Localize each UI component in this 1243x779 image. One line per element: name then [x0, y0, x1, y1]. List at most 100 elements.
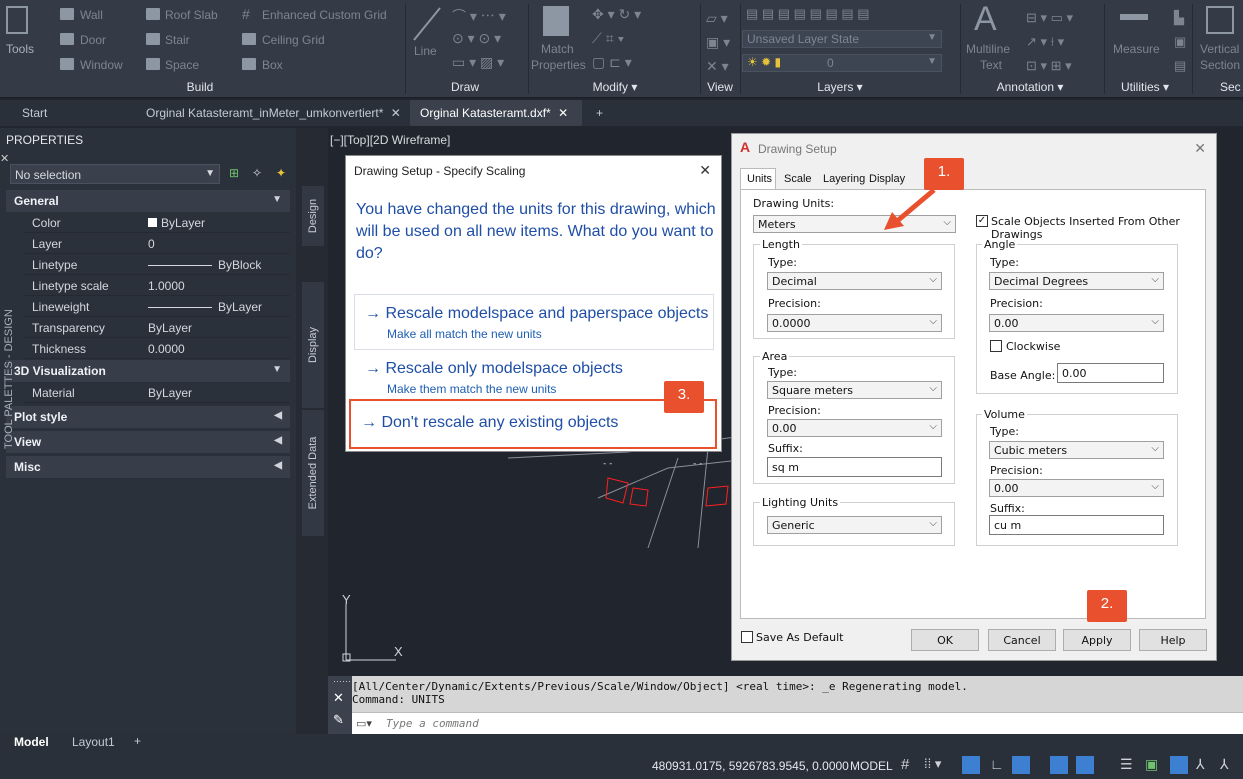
clockwise-checkbox[interactable]: [990, 340, 1002, 352]
vertical-section-button[interactable]: Vertical: [1200, 42, 1239, 56]
area-type-select[interactable]: Square meters ⌵: [767, 381, 942, 399]
ceiling-grid-button[interactable]: Ceiling Grid: [262, 33, 325, 47]
close-icon[interactable]: ✕: [0, 152, 9, 165]
tab-scale[interactable]: Scale: [780, 170, 816, 188]
command-input[interactable]: ▭▾ Type a command: [352, 712, 1243, 734]
tab-katasteramt-dxf[interactable]: Orginal Katasteramt.dxf* ✕: [410, 100, 582, 126]
multiline-text-button[interactable]: Multiline: [966, 42, 1010, 56]
property-row-linetype-scale[interactable]: Linetype scale 1.0000: [24, 275, 290, 296]
properties-label[interactable]: Properties: [531, 58, 586, 72]
property-row-color[interactable]: Color ByLayer: [24, 212, 290, 233]
volume-suffix-input[interactable]: cu m: [989, 515, 1164, 535]
section-panel-label[interactable]: Sec: [1220, 80, 1243, 98]
model-space-button[interactable]: MODEL: [850, 759, 893, 773]
annotation-scale-icon[interactable]: ⅄: [1196, 756, 1205, 773]
lighting-units-select[interactable]: Generic ⌵: [767, 516, 942, 534]
modify-panel-label[interactable]: Modify ▾: [570, 80, 660, 98]
section-3d-visualization[interactable]: 3D Visualization ▼: [6, 360, 290, 382]
tab-katasteramt-converted[interactable]: Orginal Katasteramt_inMeter_umkonvertier…: [136, 100, 404, 126]
lineweight-icon[interactable]: ☰: [1120, 756, 1133, 773]
window-button[interactable]: Window: [80, 58, 123, 72]
close-icon[interactable]: ✕: [391, 106, 401, 120]
section-view[interactable]: View ◀: [6, 431, 290, 453]
apply-button[interactable]: Apply: [1063, 629, 1131, 651]
angle-type-select[interactable]: Decimal Degrees ⌵: [989, 272, 1164, 290]
section-general[interactable]: General ▼: [6, 190, 290, 212]
add-layout-button[interactable]: +: [134, 734, 141, 748]
cancel-button[interactable]: Cancel: [988, 629, 1056, 651]
property-row-thickness[interactable]: Thickness 0.0000: [24, 338, 290, 359]
close-icon[interactable]: ✕: [558, 106, 568, 120]
utilities-panel-label[interactable]: Utilities ▾: [1110, 80, 1180, 98]
tab-start[interactable]: Start: [10, 100, 134, 126]
tab-display[interactable]: Display: [302, 282, 324, 408]
ortho-icon[interactable]: [962, 756, 980, 774]
volume-type-select[interactable]: Cubic meters ⌵: [989, 441, 1164, 459]
roof-slab-button[interactable]: Roof Slab: [165, 8, 218, 22]
isodraft-icon[interactable]: [1012, 756, 1030, 774]
layer-dropdown[interactable]: ☀ ✹ ▮ 0 ▼: [742, 54, 942, 72]
tool-palettes-label[interactable]: TOOL PALETTES - DESIGN: [3, 309, 15, 449]
tab-model[interactable]: Model: [14, 735, 49, 749]
property-row-linetype[interactable]: Linetype ByBlock: [24, 254, 290, 275]
ok-button[interactable]: OK: [911, 629, 979, 651]
polar-icon[interactable]: ∟: [990, 756, 1004, 772]
customize-icon[interactable]: ✎: [333, 712, 344, 728]
build-panel-label[interactable]: Build: [60, 80, 340, 98]
viewport-controls-label[interactable]: [−][Top][2D Wireframe]: [330, 133, 450, 147]
property-row-layer[interactable]: Layer 0: [24, 233, 290, 254]
volume-precision-select[interactable]: 0.00 ⌵: [989, 479, 1164, 497]
area-precision-select[interactable]: 0.00 ⌵: [767, 419, 942, 437]
match-properties-button[interactable]: Match: [541, 42, 574, 56]
rescale-modelspace-option[interactable]: → Rescale only modelspace objects Make t…: [354, 349, 714, 405]
stair-button[interactable]: Stair: [165, 33, 190, 47]
measure-button[interactable]: Measure: [1113, 42, 1160, 56]
dont-rescale-option[interactable]: → Don't rescale any existing objects: [349, 399, 717, 449]
property-row-material[interactable]: Material ByLayer: [24, 382, 290, 403]
layer-state-dropdown[interactable]: Unsaved Layer State ▼: [742, 30, 942, 48]
tab-extended-data[interactable]: Extended Data: [302, 410, 324, 536]
line-button[interactable]: Line: [414, 44, 437, 58]
otrack-icon[interactable]: [1076, 756, 1094, 774]
tools-label[interactable]: Tools: [6, 42, 34, 56]
area-suffix-input[interactable]: sq m: [767, 457, 942, 477]
door-button[interactable]: Door: [80, 33, 106, 47]
rescale-all-option[interactable]: → Rescale modelspace and paperspace obje…: [354, 294, 714, 350]
annotation-visibility-icon[interactable]: [1170, 756, 1188, 774]
transparency-icon[interactable]: ▣: [1145, 756, 1158, 773]
select-objects-icon[interactable]: ✧: [252, 166, 262, 180]
section-misc[interactable]: Misc ◀: [6, 456, 290, 478]
scale-objects-checkbox[interactable]: ✓: [976, 215, 988, 227]
tab-layout1[interactable]: Layout1: [72, 735, 115, 749]
grip-icon[interactable]: ⋯⋯: [333, 676, 351, 687]
box-button[interactable]: Box: [262, 58, 283, 72]
annotation-panel-label[interactable]: Annotation ▾: [970, 80, 1090, 98]
command-prompt-icon[interactable]: ▭▾: [356, 717, 372, 730]
selection-dropdown[interactable]: No selection ▼: [10, 164, 220, 184]
close-icon[interactable]: ✕: [333, 690, 344, 706]
close-icon[interactable]: ✕: [1194, 140, 1206, 157]
length-precision-select[interactable]: 0.0000 ⌵: [767, 314, 942, 332]
layers-panel-label[interactable]: Layers ▾: [790, 80, 890, 98]
section-plot-style[interactable]: Plot style ◀: [6, 406, 290, 428]
base-angle-input[interactable]: 0.00: [1057, 363, 1164, 383]
osnap-icon[interactable]: [1050, 756, 1068, 774]
new-tab-button[interactable]: +: [586, 100, 616, 126]
tab-layering[interactable]: Layering: [819, 170, 869, 188]
snap-icon[interactable]: ⁞⁞ ▾: [924, 756, 941, 772]
toggle-pickadd-icon[interactable]: ✦: [276, 166, 286, 180]
space-button[interactable]: Space: [165, 58, 199, 72]
grid-icon[interactable]: #: [901, 756, 909, 773]
close-icon[interactable]: ✕: [699, 162, 711, 179]
angle-precision-select[interactable]: 0.00 ⌵: [989, 314, 1164, 332]
length-type-select[interactable]: Decimal ⌵: [767, 272, 942, 290]
workspace-icon[interactable]: ⅄: [1220, 756, 1229, 773]
property-row-transparency[interactable]: Transparency ByLayer: [24, 317, 290, 338]
help-button[interactable]: Help: [1139, 629, 1207, 651]
coordinates-display[interactable]: 480931.0175, 5926783.9545, 0.0000: [652, 759, 849, 773]
tab-units[interactable]: Units: [740, 168, 776, 190]
property-row-lineweight[interactable]: Lineweight ByLayer: [24, 296, 290, 317]
wall-button[interactable]: Wall: [80, 8, 103, 22]
save-as-default-checkbox[interactable]: [741, 631, 753, 643]
draw-panel-label[interactable]: Draw: [410, 80, 520, 98]
